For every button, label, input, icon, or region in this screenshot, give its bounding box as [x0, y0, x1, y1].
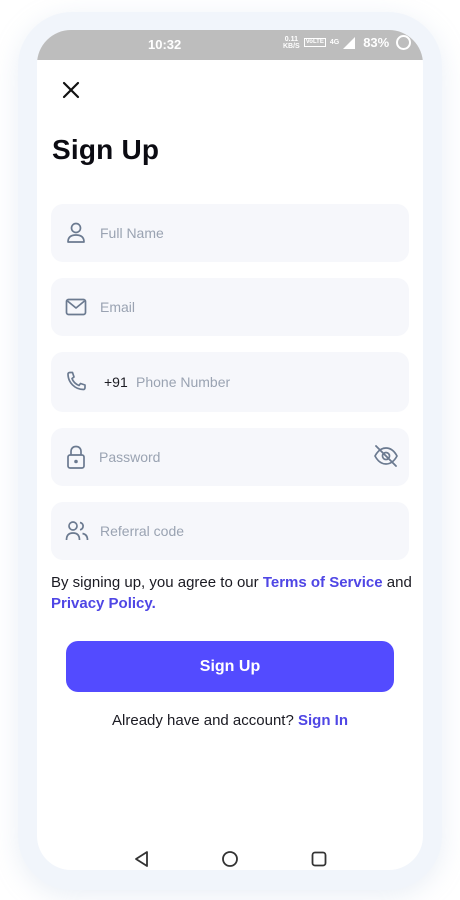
triangle-back-icon — [135, 851, 148, 867]
network-type: 4G — [329, 39, 340, 46]
password-field[interactable] — [51, 428, 409, 486]
full-name-field[interactable] — [51, 204, 409, 262]
eye-off-icon — [374, 445, 398, 467]
lock-icon — [67, 445, 85, 469]
full-name-input[interactable] — [100, 204, 360, 262]
page-title: Sign Up — [52, 134, 160, 165]
battery-icon — [396, 35, 412, 50]
referral-field[interactable] — [51, 502, 409, 560]
password-input[interactable] — [99, 428, 359, 486]
terms-prefix: By signing up, you agree to our — [51, 574, 263, 591]
network-speed-value: 0.11 — [284, 35, 298, 43]
phone-input[interactable] — [136, 352, 396, 412]
close-icon — [62, 81, 80, 99]
nav-back-button[interactable] — [133, 850, 151, 870]
status-indicators: 0.11 KB/S VoLTE 4G 83% — [283, 35, 412, 50]
phone-field[interactable]: +91 — [51, 352, 409, 412]
users-icon — [65, 521, 89, 541]
circle-home-icon — [222, 851, 238, 867]
password-visibility-toggle[interactable] — [373, 444, 399, 473]
sign-in-link[interactable]: Sign In — [298, 712, 348, 729]
status-bar: 10:32 0.11 KB/S VoLTE 4G 83% — [37, 30, 423, 60]
nav-recents-button[interactable] — [310, 850, 328, 870]
app-screen: 10:32 0.11 KB/S VoLTE 4G 83% Sign Up Ful… — [37, 30, 423, 870]
terms-notice: By signing up, you agree to our Terms of… — [51, 572, 413, 614]
terms-middle: and — [382, 574, 412, 591]
network-speed: 0.11 KB/S — [283, 36, 300, 50]
sign-in-prompt: Already have and account? Sign In — [37, 712, 423, 729]
have-account-text: Already have and account? — [112, 712, 298, 729]
close-button[interactable] — [59, 78, 83, 102]
email-field[interactable] — [51, 278, 409, 336]
sign-up-button[interactable]: Sign Up — [66, 641, 394, 692]
system-nav-bar — [37, 842, 423, 870]
referral-input[interactable] — [100, 502, 360, 560]
email-input[interactable] — [100, 278, 360, 336]
network-speed-unit: KB/S — [283, 42, 300, 50]
country-code: +91 — [104, 374, 128, 390]
volte-badge: VoLTE — [303, 38, 326, 47]
square-recents-icon — [311, 851, 327, 867]
status-time: 10:32 — [148, 37, 182, 52]
nav-home-button[interactable] — [221, 850, 239, 870]
privacy-policy-link[interactable]: Privacy Policy. — [51, 595, 156, 612]
phone-icon — [67, 371, 86, 391]
battery-percent: 83% — [363, 35, 390, 50]
user-icon — [67, 222, 85, 243]
signal-icon — [343, 36, 356, 49]
mail-icon — [65, 298, 87, 316]
terms-of-service-link[interactable]: Terms of Service — [263, 574, 383, 591]
